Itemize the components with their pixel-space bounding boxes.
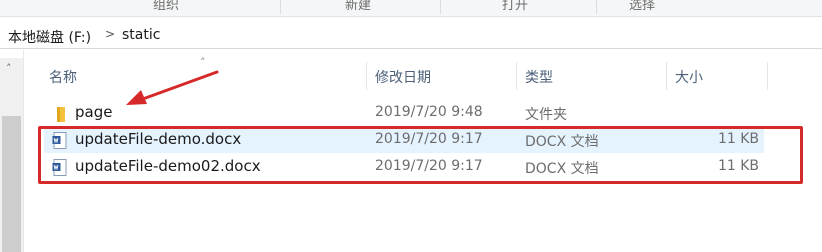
scroll-up-icon[interactable]: ˄ [6, 62, 12, 75]
folder-icon [57, 107, 65, 122]
pane-divider [23, 50, 24, 252]
nav-pane-scrollbar[interactable]: ˄ [0, 58, 23, 252]
file-row-page[interactable]: page 2019/7/20 9:48 文件夹 [44, 100, 764, 126]
ribbon-divider [596, 0, 597, 14]
column-header-modified[interactable]: 修改日期 [367, 62, 515, 90]
column-header-name[interactable]: 名称 [44, 62, 364, 90]
breadcrumb[interactable]: 本地磁盘 (F:) > static [0, 23, 822, 49]
column-header-label: 名称 [49, 70, 77, 86]
ribbon-divider [280, 0, 281, 14]
column-header-label: 修改日期 [375, 70, 431, 86]
breadcrumb-separator[interactable]: > [105, 27, 115, 41]
file-modified: 2019/7/20 9:48 [375, 104, 483, 120]
column-header-size[interactable]: 大小 [667, 62, 767, 90]
ribbon-group-new[interactable]: 新建 [345, 0, 371, 13]
column-header-label: 类型 [525, 70, 553, 86]
ribbon-group-organize[interactable]: 组织 [153, 0, 179, 13]
column-header-type[interactable]: 类型 [517, 62, 665, 90]
file-name: page [75, 103, 113, 121]
column-divider[interactable] [767, 62, 768, 90]
scrollbar-thumb[interactable] [2, 116, 21, 252]
file-type: 文件夹 [525, 107, 567, 123]
breadcrumb-folder[interactable]: static [122, 27, 160, 43]
breadcrumb-drive[interactable]: 本地磁盘 (F:) [8, 27, 91, 47]
ribbon-divider [440, 0, 441, 14]
ribbon-group-select[interactable]: 选择 [629, 0, 655, 13]
column-header-label: 大小 [675, 70, 703, 86]
annotation-highlight-box [38, 126, 803, 184]
ribbon-strip: 组织 新建 打开 选择 [0, 0, 822, 17]
ribbon-group-open[interactable]: 打开 [502, 0, 528, 13]
